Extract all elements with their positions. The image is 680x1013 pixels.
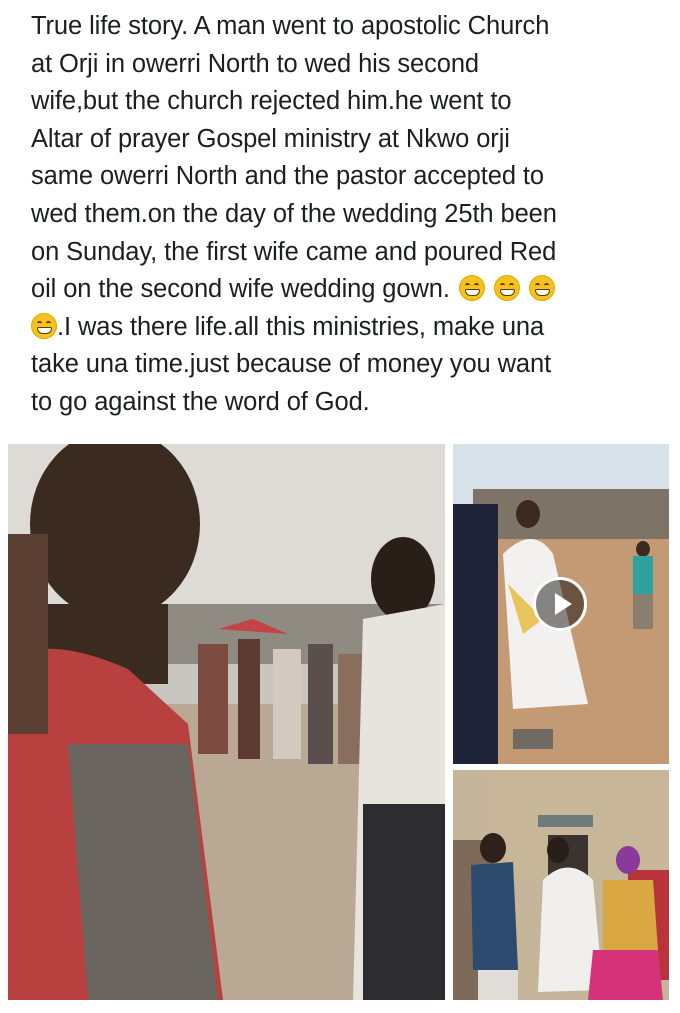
photo-grid [8, 444, 669, 1000]
photo-image [453, 770, 669, 1000]
grinning-emoji-icon [31, 312, 57, 339]
post-line: take una time.just because of money you … [31, 350, 552, 379]
boy-and-crowd-photo[interactable] [8, 444, 445, 1000]
photo-image [8, 444, 445, 1000]
post-line-text: .I was there life.all this ministries, m… [57, 312, 545, 341]
post-line-with-emoji: .I was there life.all this ministries, m… [31, 309, 651, 347]
post-line: same owerri North and the pastor accepte… [31, 162, 544, 191]
bride-in-white-gown-video[interactable] [453, 444, 669, 764]
grinning-emoji-icon [528, 275, 555, 302]
post-line-with-emoji: oil on the second wife wedding gown. [31, 271, 651, 309]
post-line: wife,but the church rejected him.he went… [31, 87, 512, 116]
post-line: wed them.on the day of the wedding 25th … [31, 199, 557, 228]
post-line: on Sunday, the first wife came and poure… [31, 237, 557, 266]
play-icon[interactable] [533, 577, 587, 631]
post-line-text: oil on the second wife wedding gown. [31, 275, 450, 304]
post-line: at Orji in owerri North to wed his secon… [31, 49, 480, 78]
post-line: Altar of prayer Gospel ministry at Nkwo … [31, 124, 510, 153]
post-line: to go against the word of God. [31, 387, 370, 416]
grinning-emoji-icon [458, 275, 485, 302]
post-text: True life story. A man went to apostolic… [31, 8, 651, 422]
bride-carried-to-building-photo[interactable] [453, 770, 669, 1000]
post-line: True life story. A man went to apostolic… [31, 12, 550, 40]
grinning-emoji-icon [493, 275, 520, 302]
